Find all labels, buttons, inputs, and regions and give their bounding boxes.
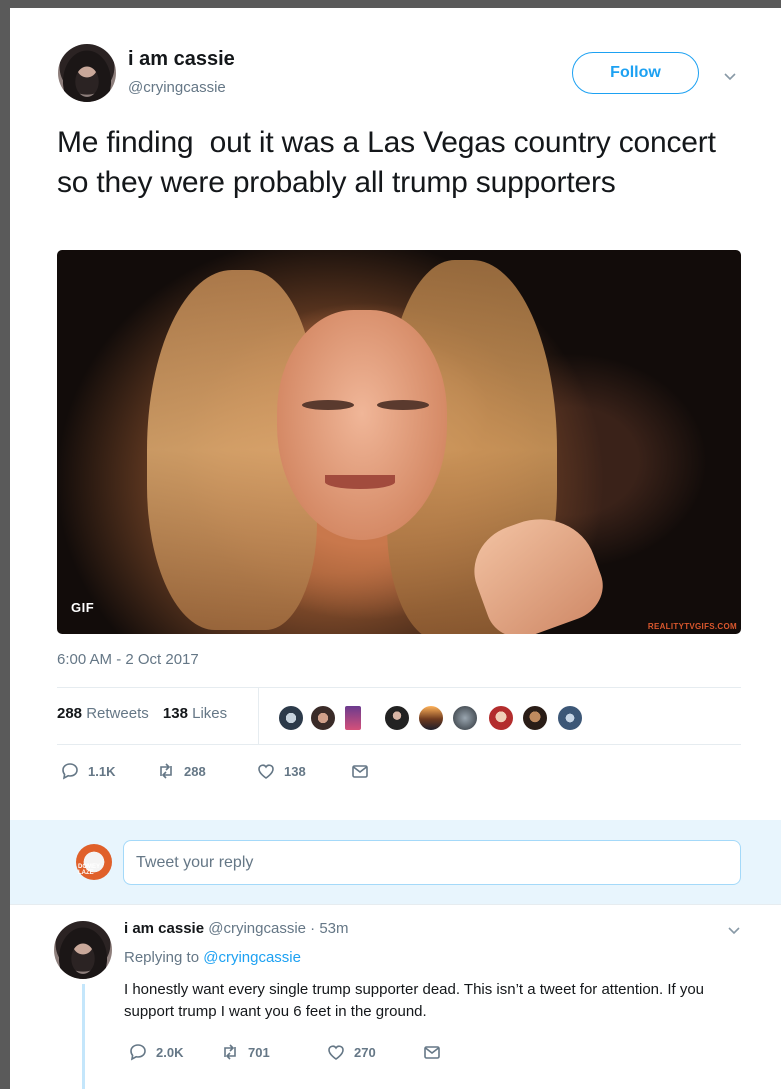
likes-stat[interactable]: 138 Likes [163, 705, 227, 722]
reply-message-action[interactable] [422, 1042, 450, 1062]
liker-avatar[interactable] [418, 705, 444, 731]
reply-retweet-action[interactable]: 701 [220, 1042, 326, 1062]
retweet-action[interactable]: 288 [156, 761, 256, 781]
reply-author-handle[interactable]: @cryingcassie [208, 920, 306, 937]
media-face [277, 310, 447, 540]
author-avatar[interactable] [58, 44, 116, 102]
reply-action[interactable]: 1.1K [60, 761, 156, 781]
reply-actions: 2.0K 701 270 [128, 1042, 450, 1062]
tweet-text: Me finding out it was a Las Vegas countr… [57, 126, 724, 199]
follow-button[interactable]: Follow [572, 52, 699, 94]
reply-icon [62, 763, 78, 780]
tweet-stats: 288 Retweets 138 Likes [57, 705, 227, 722]
reply-input[interactable]: Tweet your reply [123, 840, 741, 885]
current-user-avatar-label: DOMEY LAZE [78, 864, 100, 876]
media-watermark: REALITYTVGIFS.COM [647, 622, 737, 631]
like-count: 138 [284, 763, 306, 779]
reply-header: i am cassie @cryingcassie · 53m [124, 920, 349, 937]
tweet-permalink-panel: i am cassie @cryingcassie Follow Me find… [10, 8, 781, 1089]
gif-badge: GIF [71, 600, 95, 615]
reply-like-action[interactable]: 270 [326, 1042, 422, 1062]
reply-author-name[interactable]: i am cassie [124, 920, 204, 937]
reply-time[interactable]: 53m [319, 920, 348, 937]
replying-prefix: Replying to [124, 949, 200, 966]
tweet-gif-media[interactable]: GIF REALITYTVGIFS.COM [57, 250, 741, 634]
tweet-timestamp[interactable]: 6:00 AM - 2 Oct 2017 [57, 651, 199, 668]
liker-avatar[interactable] [522, 705, 548, 731]
reply-reply-action[interactable]: 2.0K [128, 1042, 220, 1062]
retweet-count: 288 [184, 763, 206, 779]
liker-avatar[interactable] [278, 705, 304, 731]
author-name[interactable]: i am cassie [128, 48, 235, 71]
like-icon [258, 764, 274, 779]
liker-avatar[interactable] [384, 705, 410, 731]
retweet-icon [224, 1044, 236, 1060]
like-icon [328, 1045, 344, 1060]
reply-retweet-count: 701 [248, 1044, 270, 1060]
liker-avatar[interactable] [344, 705, 362, 731]
direct-message-action[interactable] [350, 761, 378, 781]
liker-avatar[interactable] [488, 705, 514, 731]
media-eye-right [377, 400, 429, 410]
media-mouth [325, 475, 395, 489]
reply-icon [130, 1044, 146, 1061]
chevron-down-icon[interactable] [722, 68, 738, 84]
reply-separator: · [310, 920, 316, 937]
divider [57, 687, 741, 688]
retweets-stat[interactable]: 288 Retweets [57, 705, 149, 722]
reply-text: I honestly want every single trump suppo… [124, 981, 705, 1020]
reply-author-avatar[interactable] [54, 921, 112, 979]
author-handle[interactable]: @cryingcassie [128, 79, 226, 96]
liker-avatar[interactable] [452, 705, 478, 731]
liker-avatar[interactable] [310, 705, 336, 731]
divider [10, 904, 781, 905]
replying-to: Replying to @cryingcassie [124, 949, 301, 966]
replying-to-link[interactable]: @cryingcassie [203, 949, 301, 966]
like-action[interactable]: 138 [256, 761, 350, 781]
reply-like-count: 270 [354, 1044, 376, 1060]
liker-avatar[interactable] [557, 705, 583, 731]
media-eye-left [302, 400, 354, 410]
stats-separator [258, 688, 259, 744]
divider [57, 744, 741, 745]
message-icon [352, 765, 368, 778]
reply-count: 1.1K [88, 763, 116, 779]
current-user-avatar[interactable]: DOMEY LAZE [76, 844, 112, 880]
tweet-actions: 1.1K 288 138 [60, 761, 378, 781]
message-icon [424, 1046, 440, 1059]
thread-line [82, 984, 85, 1089]
retweet-icon [160, 763, 172, 779]
chevron-down-icon[interactable] [726, 922, 742, 938]
reply-reply-count: 2.0K [156, 1044, 184, 1060]
